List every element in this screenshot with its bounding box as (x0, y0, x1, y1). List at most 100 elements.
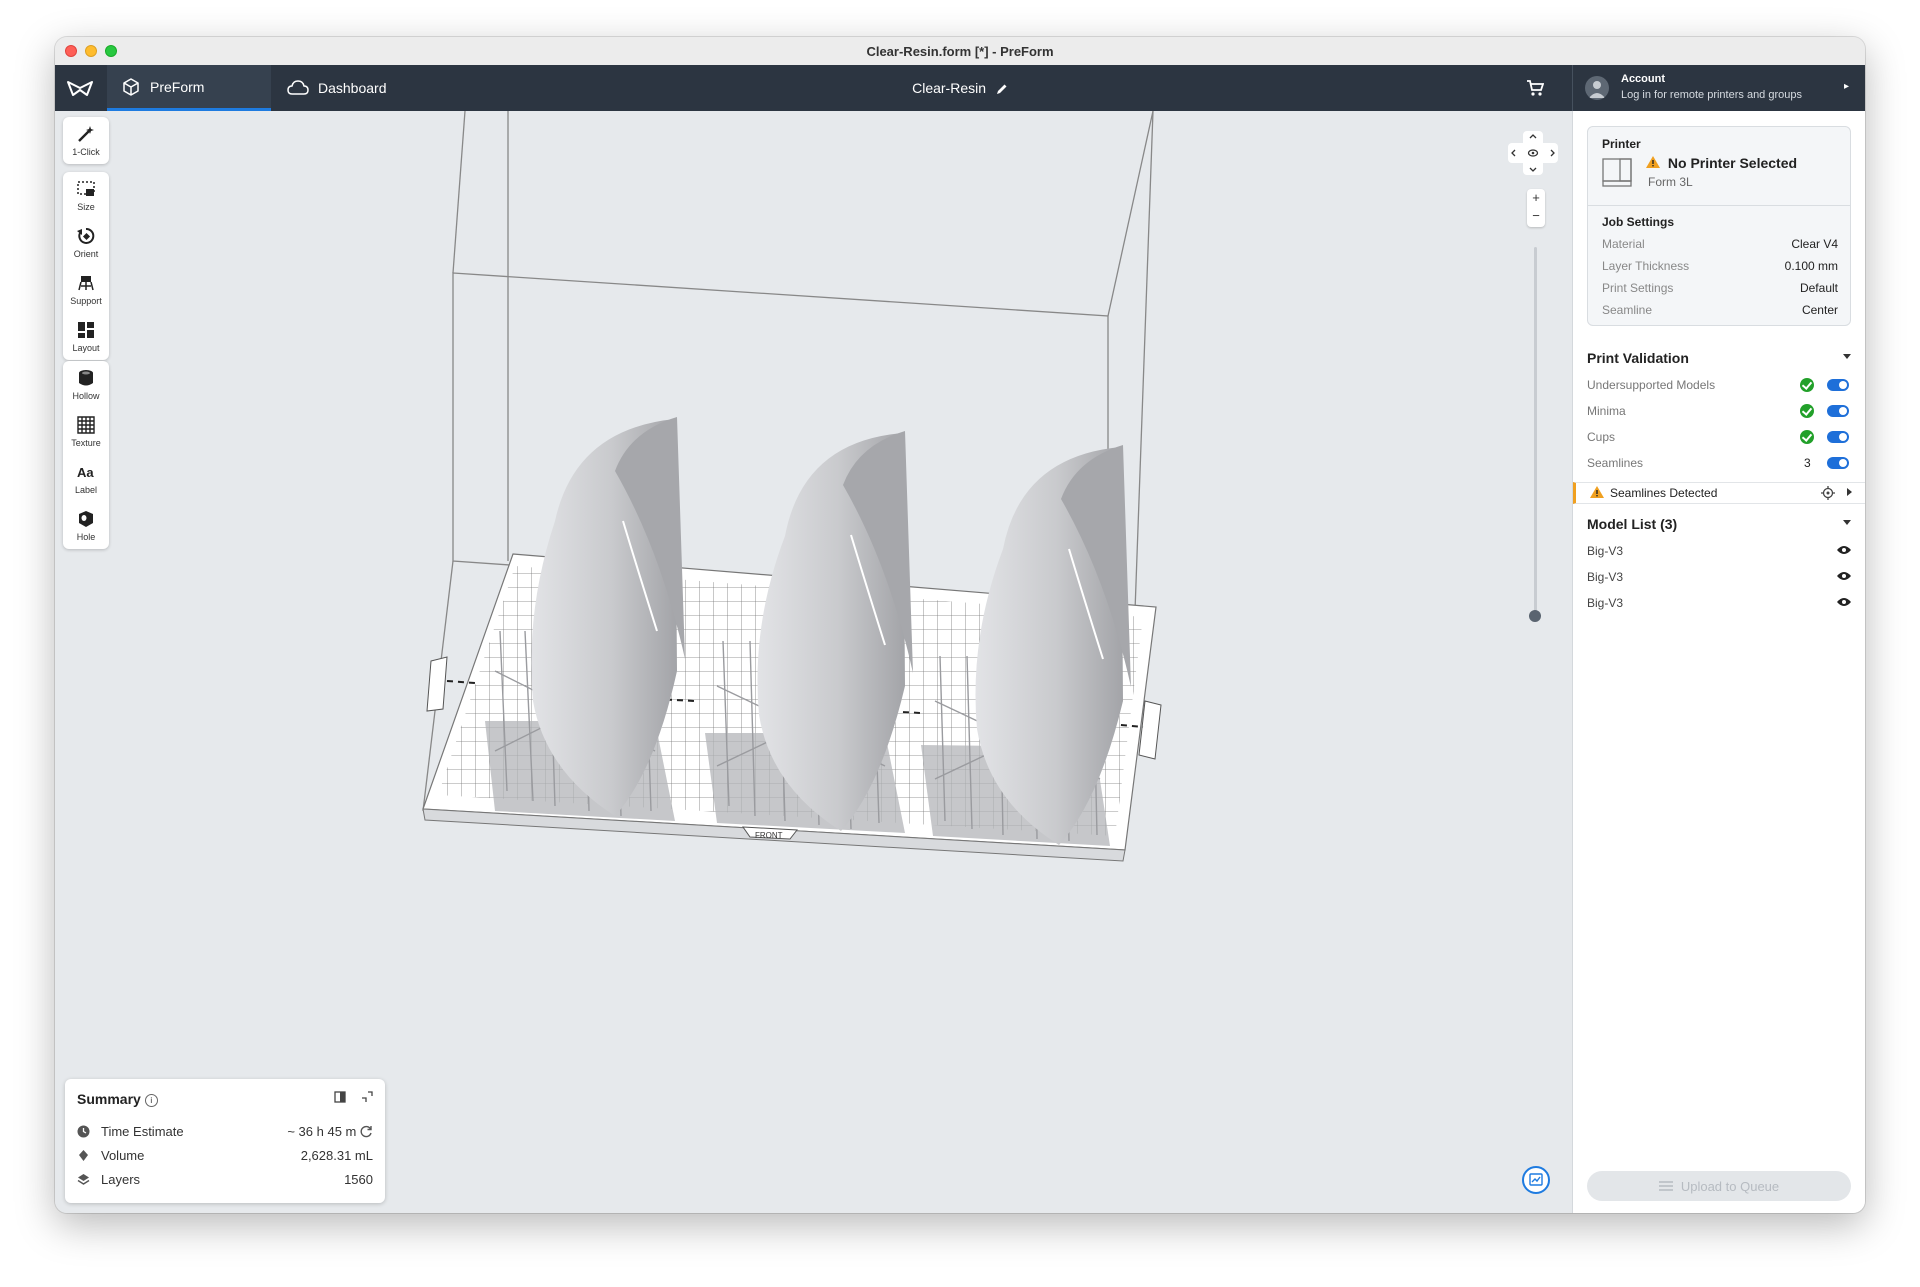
list-item[interactable]: Big-V3 (1587, 594, 1851, 614)
label-tool-button[interactable]: Aa Label (63, 455, 109, 502)
summary-value: 2,628.31 mL (300, 1148, 373, 1163)
summary-value: ~ 36 h 45 m (287, 1124, 373, 1139)
printer-name: No Printer Selected (1646, 155, 1797, 171)
eye-icon[interactable] (1837, 545, 1851, 555)
printer-label: Printer (1602, 137, 1641, 151)
validation-toggle[interactable] (1827, 405, 1849, 417)
summary-row-time: Time Estimate ~ 36 h 45 m (77, 1123, 373, 1143)
texture-tool-button[interactable]: Texture (63, 408, 109, 455)
seamline-count: 3 (1804, 456, 1811, 470)
clock-icon (77, 1125, 90, 1138)
chevron-right-icon[interactable] (1847, 488, 1852, 496)
summary-row-volume: Volume 2,628.31 mL (77, 1147, 373, 1167)
summary-panel: Summary i Time Estimate ~ 36 h 45 m Volum… (65, 1079, 385, 1203)
hole-tool-button[interactable]: Hole (63, 502, 109, 549)
eye-icon[interactable] (1837, 597, 1851, 607)
job-settings-title: Job Settings (1602, 215, 1675, 229)
model-list-header[interactable]: Model List (3) (1587, 516, 1851, 532)
layout-grid-icon (78, 322, 94, 338)
warning-icon (1590, 486, 1604, 498)
orient-icon (77, 227, 95, 244)
print-validation-header[interactable]: Print Validation (1587, 350, 1851, 366)
3d-viewport[interactable]: FRONT 1-Click Size Orient Support Layout… (55, 111, 1572, 1213)
support-tool-button[interactable]: Support (63, 266, 109, 313)
tool-label: Label (74, 485, 98, 495)
validation-toggle[interactable] (1827, 379, 1849, 391)
list-item[interactable]: Big-V3 (1587, 568, 1851, 588)
feedback-chart-icon (1529, 1173, 1543, 1186)
plate-label-front: FRONT (755, 831, 783, 840)
queue-list-icon (1658, 1181, 1673, 1191)
validation-row-seamlines: Seamlines 3 (1587, 454, 1851, 474)
validation-toggle[interactable] (1827, 431, 1849, 443)
list-item[interactable]: Big-V3 (1587, 542, 1851, 562)
title-bar: Clear-Resin.form [*] - PreForm (55, 37, 1865, 66)
zoom-in-button[interactable]: + (1527, 189, 1545, 207)
tool-label: Support (70, 296, 102, 306)
model-list-title: Model List (3) (1587, 516, 1678, 532)
collapse-icon[interactable] (361, 1091, 373, 1103)
toolbar-group-transform: Size Orient Support Layout (63, 172, 109, 360)
top-nav-bar: PreForm Dashboard Clear-Resin Account Lo… (55, 65, 1865, 111)
summary-actions (334, 1091, 373, 1106)
toolbar-group-modify: Hollow Texture Aa Label Hole (63, 361, 109, 549)
texture-grid-icon (77, 416, 95, 434)
upload-label: Upload to Queue (1680, 1178, 1780, 1194)
zoom-controls: + − (1527, 189, 1545, 227)
validation-row-undersupported: Undersupported Models (1587, 376, 1851, 396)
one-click-tool-button[interactable]: 1-Click (63, 117, 109, 164)
check-icon (1800, 378, 1814, 392)
layer-slider-track[interactable] (1534, 247, 1537, 617)
hole-cube-icon (79, 511, 93, 527)
app-window: Clear-Resin.form [*] - PreForm PreForm D… (55, 37, 1865, 1213)
volume-drop-icon (79, 1150, 88, 1161)
model-name: Big-V3 (1587, 544, 1624, 558)
seamlines-alert[interactable]: Seamlines Detected (1573, 482, 1865, 504)
account-subtitle: Log in for remote printers and groups (1621, 89, 1802, 101)
summary-row-layers: Layers 1560 (77, 1171, 373, 1191)
toolbar-group-oneclick: 1-Click (63, 117, 109, 164)
size-tool-button[interactable]: Size (63, 172, 109, 219)
hollow-tool-button[interactable]: Hollow (63, 361, 109, 408)
feedback-button[interactable] (1522, 1166, 1550, 1194)
target-icon[interactable] (1821, 486, 1835, 500)
tool-label: Hollow (72, 391, 100, 401)
cart-icon[interactable] (1526, 79, 1544, 97)
orient-tool-button[interactable]: Orient (63, 219, 109, 266)
layout-tool-button[interactable]: Layout (63, 313, 109, 360)
upload-to-queue-button[interactable]: Upload to Queue (1587, 1171, 1851, 1201)
printer-name-text: No Printer Selected (1667, 155, 1798, 171)
text-label-icon: Aa (77, 465, 94, 480)
magic-wand-icon (78, 126, 94, 142)
summary-label: Time Estimate (101, 1124, 184, 1139)
panel-toggle-icon[interactable] (334, 1091, 346, 1103)
pencil-icon[interactable] (996, 83, 1008, 95)
chevron-right-icon: ▸ (1843, 81, 1849, 92)
tool-label: Texture (71, 438, 101, 448)
info-icon[interactable]: i (144, 1094, 158, 1107)
tool-label: 1-Click (72, 147, 100, 157)
view-navigation-control[interactable] (1508, 131, 1558, 175)
eye-icon[interactable] (1837, 571, 1851, 581)
right-sidebar: Printer No Printer Selected Form 3L Job … (1572, 111, 1865, 1213)
layer-slider-handle[interactable] (1529, 610, 1541, 622)
account-button[interactable]: Account Log in for remote printers and g… (1572, 65, 1865, 111)
validation-toggle[interactable] (1827, 457, 1849, 469)
refresh-icon[interactable] (360, 1125, 373, 1138)
support-icon (78, 276, 94, 291)
summary-value: 1560 (344, 1172, 373, 1187)
check-icon (1800, 430, 1814, 444)
build-volume-scene[interactable]: FRONT (55, 111, 1572, 1213)
divider (1588, 205, 1850, 206)
svg-text:Aa: Aa (77, 465, 94, 480)
model-name: Big-V3 (1587, 570, 1624, 584)
seamlines-alert-text: Seamlines Detected (1610, 486, 1718, 500)
printer-card[interactable]: Printer No Printer Selected Form 3L Job … (1587, 126, 1851, 326)
account-title: Account (1621, 73, 1665, 85)
chevron-down-icon (1843, 354, 1851, 359)
warning-icon (1646, 156, 1660, 168)
tool-label: Layout (72, 343, 100, 353)
validation-row-minima: Minima (1587, 402, 1851, 422)
zoom-out-button[interactable]: − (1527, 207, 1545, 225)
avatar (1585, 76, 1609, 100)
